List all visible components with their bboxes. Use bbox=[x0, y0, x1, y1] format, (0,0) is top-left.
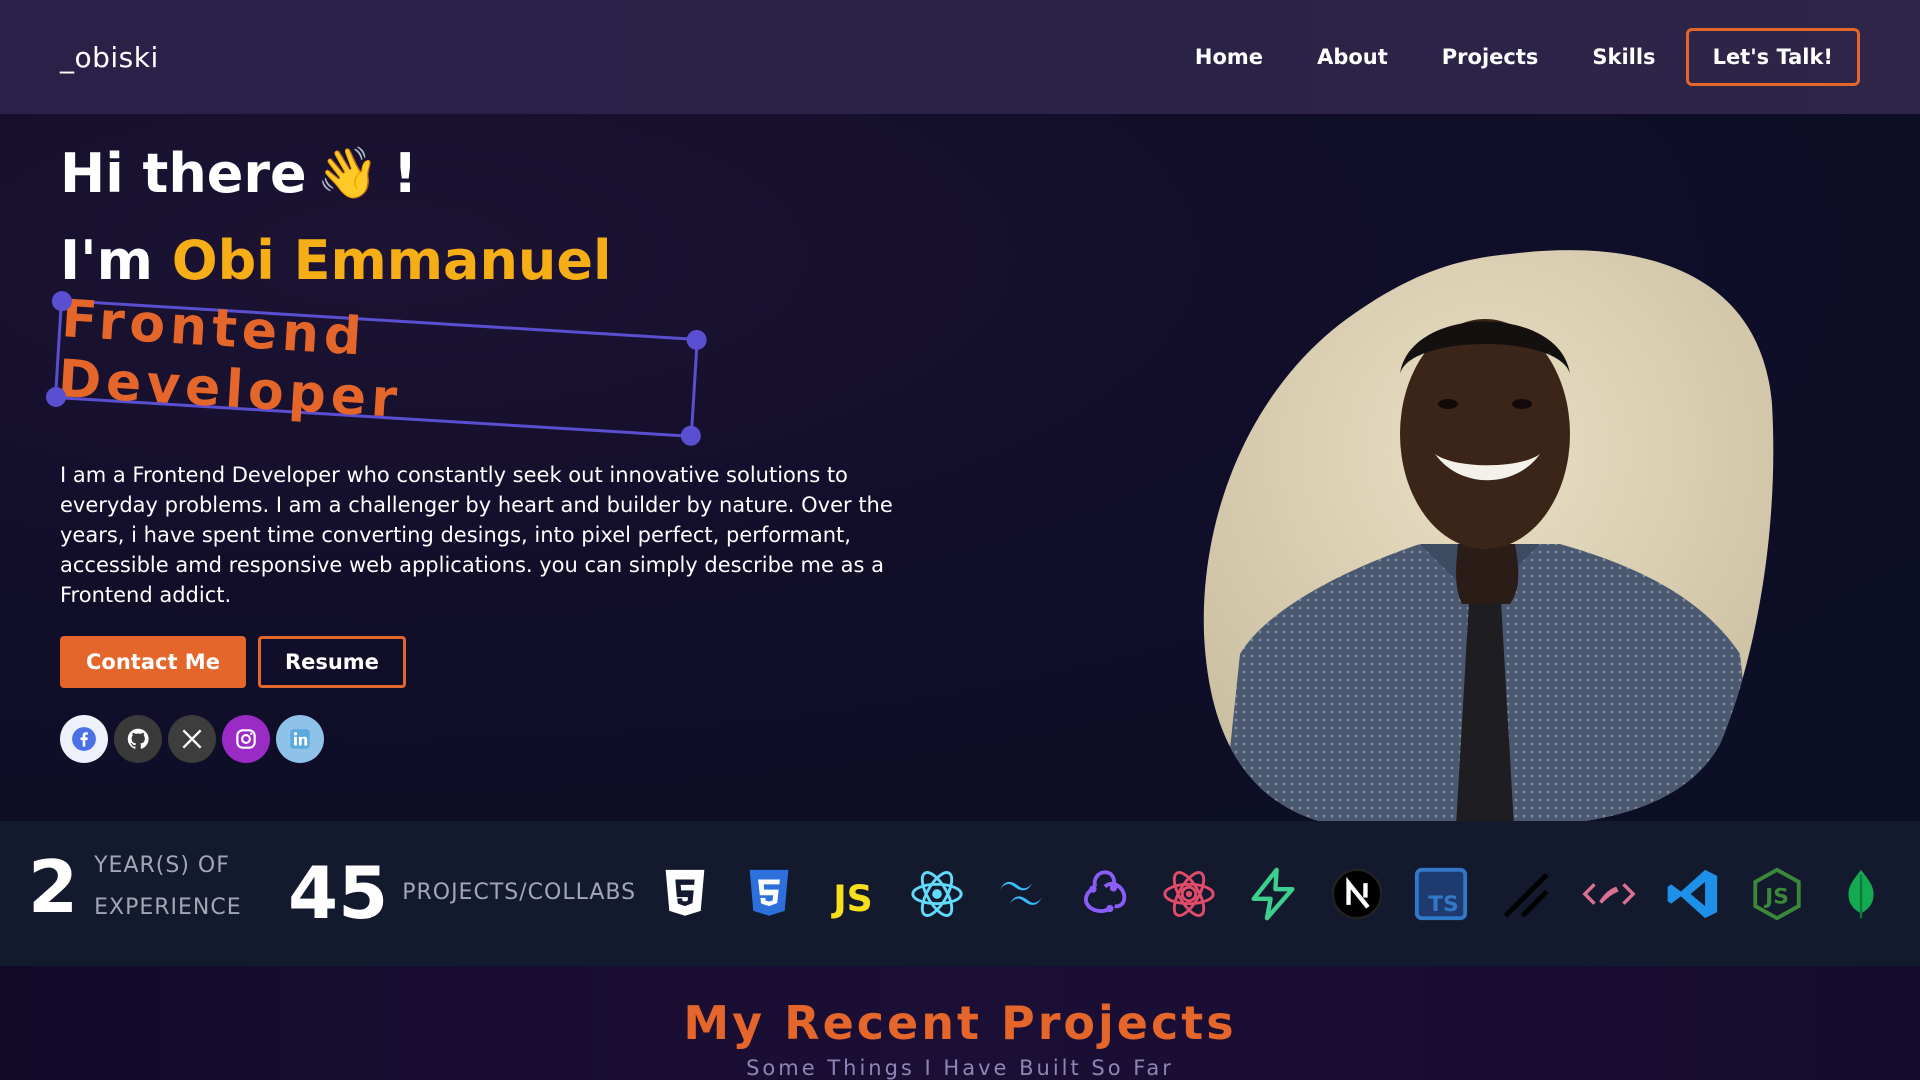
resume-button[interactable]: Resume bbox=[257, 636, 406, 688]
hero-section: Hi there 👋 ! I'm Obi Emmanuel Frontend D… bbox=[0, 114, 1920, 831]
lets-talk-button[interactable]: Let's Talk! bbox=[1685, 28, 1860, 86]
years-stat: 2 YEAR(S) OF EXPERIENCE bbox=[28, 845, 242, 929]
projects-title: My Recent Projects bbox=[683, 996, 1237, 1050]
shadcn-icon bbox=[1495, 864, 1555, 924]
projects-label: PROJECTS/COLLABS bbox=[402, 880, 637, 905]
top-navbar: _obiski Home About Projects Skills Let's… bbox=[0, 0, 1920, 114]
nodejs-icon: JS bbox=[1747, 864, 1807, 924]
facebook-icon[interactable] bbox=[60, 715, 108, 763]
years-label-line-2: EXPERIENCE bbox=[94, 895, 242, 920]
intro-prefix: I'm bbox=[60, 229, 153, 292]
projects-value: 45 bbox=[288, 851, 389, 935]
nav-link-home[interactable]: Home bbox=[1195, 45, 1263, 69]
social-links bbox=[60, 715, 324, 763]
linkedin-icon[interactable] bbox=[276, 715, 324, 763]
mongodb-icon bbox=[1831, 864, 1891, 924]
tailwind-icon bbox=[991, 864, 1051, 924]
projects-subtitle: Some Things I Have Built So Far bbox=[746, 1056, 1174, 1080]
stats-strip: 2 YEAR(S) OF EXPERIENCE 45 PROJECTS/COLL… bbox=[0, 821, 1920, 966]
years-label-line-1: YEAR(S) OF bbox=[94, 853, 230, 878]
greeting-text: Hi there bbox=[60, 142, 307, 205]
bio-paragraph: I am a Frontend Developer who constantly… bbox=[60, 463, 893, 607]
role-title: Frontend Developer bbox=[56, 289, 404, 430]
nodejs-icon-text: JS bbox=[1763, 884, 1789, 909]
vscode-icon bbox=[1663, 864, 1723, 924]
waving-hand-icon: 👋 bbox=[316, 144, 379, 202]
styled-components-icon bbox=[1579, 864, 1639, 924]
redux-icon bbox=[1075, 864, 1135, 924]
author-name: Obi Emmanuel bbox=[171, 229, 612, 292]
selection-handle-top-right bbox=[686, 329, 708, 351]
javascript-icon: JS bbox=[823, 864, 883, 924]
html5-icon bbox=[655, 864, 715, 924]
greeting-heading: Hi there 👋 ! bbox=[60, 142, 418, 205]
css3-icon bbox=[739, 864, 799, 924]
selection-handle-bottom-right bbox=[680, 425, 702, 447]
instagram-icon[interactable] bbox=[222, 715, 270, 763]
nav-links: Home About Projects Skills Let's Talk! bbox=[1141, 28, 1860, 86]
supabase-icon bbox=[1243, 864, 1303, 924]
greeting-exclamation: ! bbox=[392, 142, 418, 205]
typescript-icon: TS bbox=[1411, 864, 1471, 924]
hero-buttons: Contact Me Resume bbox=[60, 636, 406, 688]
react-native-icon bbox=[1159, 864, 1219, 924]
javascript-icon-text: JS bbox=[830, 876, 873, 919]
projects-section: My Recent Projects Some Things I Have Bu… bbox=[0, 966, 1920, 1080]
contact-me-button[interactable]: Contact Me bbox=[60, 636, 246, 688]
nextjs-icon bbox=[1327, 864, 1387, 924]
react-icon bbox=[907, 864, 967, 924]
tech-stack-row: JS TS JS bbox=[655, 821, 1891, 966]
profile-photo bbox=[1203, 250, 1774, 831]
github-icon[interactable] bbox=[114, 715, 162, 763]
role-selection-box: Frontend Developer bbox=[45, 289, 708, 447]
nav-link-skills[interactable]: Skills bbox=[1592, 45, 1655, 69]
nav-link-about[interactable]: About bbox=[1317, 45, 1388, 69]
projects-stat: 45 PROJECTS/COLLABS bbox=[288, 845, 636, 941]
intro-heading: I'm Obi Emmanuel bbox=[60, 229, 611, 292]
site-logo[interactable]: _obiski bbox=[60, 41, 159, 74]
x-icon[interactable] bbox=[168, 715, 216, 763]
typescript-icon-text: TS bbox=[1428, 891, 1459, 916]
years-value: 2 bbox=[28, 845, 79, 929]
years-label: YEAR(S) OF EXPERIENCE bbox=[94, 845, 242, 929]
nav-link-projects[interactable]: Projects bbox=[1442, 45, 1539, 69]
